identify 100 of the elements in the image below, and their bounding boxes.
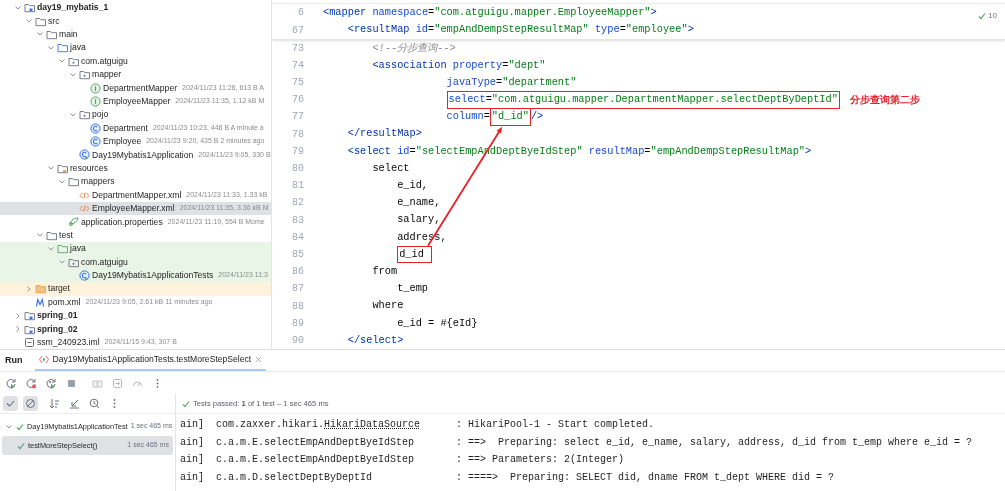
camera-icon [92, 377, 103, 389]
line-number: 67 [291, 23, 305, 38]
code-line: e_id, [396, 178, 429, 193]
tree-item[interactable]: spring_02 [0, 322, 271, 336]
item-label: mappers [81, 175, 115, 189]
chevron-right-icon[interactable] [25, 284, 33, 293]
module-file-icon [24, 336, 35, 348]
code-line: <!--分步查询--> [371, 40, 456, 56]
stop-icon [66, 377, 77, 389]
tree-item[interactable]: main [0, 27, 271, 42]
tree-item[interactable]: test [0, 228, 271, 243]
line-number: 84 [291, 230, 305, 245]
chevron-down-icon[interactable] [69, 70, 77, 79]
show-passed-icon [5, 398, 16, 409]
line-number: 76 [291, 93, 305, 108]
package-icon [68, 55, 79, 67]
chevron-down-icon[interactable] [14, 3, 22, 12]
chevron-right-icon[interactable] [14, 311, 22, 320]
test-folder-icon [57, 243, 68, 255]
chevron-down-icon[interactable] [58, 177, 66, 186]
console-thread: ain] [179, 453, 205, 468]
chevron-down-icon[interactable] [47, 43, 55, 52]
resources-folder-icon [57, 162, 68, 174]
interface-icon [90, 95, 101, 107]
class-icon [90, 136, 101, 148]
line-number: 75 [291, 76, 305, 91]
item-label: java [70, 242, 86, 256]
rerun-icon [6, 377, 17, 389]
tree-item[interactable]: com.atguigu [0, 255, 271, 269]
show-ignored-toggle[interactable] [23, 396, 38, 411]
console-message: : ==> Parameters: 2(Integer) [456, 453, 625, 468]
show-passed-toggle[interactable] [3, 396, 18, 411]
module-folder-icon [24, 323, 35, 335]
item-label: mapper [92, 68, 122, 82]
line-number: 6 [297, 6, 305, 21]
item-label: spring_02 [37, 322, 78, 336]
tree-item[interactable]: java [0, 41, 271, 55]
code-text: column [445, 109, 484, 125]
tree-item[interactable]: src [0, 14, 271, 28]
code-line: t_emp [396, 281, 429, 297]
tree-item[interactable]: pojo [0, 108, 271, 122]
console-thread: ain] [179, 418, 205, 433]
tree-item[interactable]: spring_01 [0, 309, 271, 323]
tree-item[interactable]: mappers [0, 175, 271, 189]
line-number: 79 [291, 144, 305, 159]
check-icon [978, 12, 987, 20]
chevron-down-icon[interactable] [47, 244, 55, 253]
collapse-icon [69, 398, 80, 409]
code-line: </select> [346, 332, 404, 348]
code-line: javaType="department" [445, 74, 577, 90]
tree-item[interactable]: resources [0, 161, 271, 176]
item-label: Employee [103, 135, 142, 149]
line-number: 78 [291, 127, 305, 142]
folder-icon [35, 15, 46, 27]
code-line: <mapper namespace="com.atguigu.mapper.EmployeeMapper"> [323, 5, 657, 21]
item-label: EmployeeMapper.xml [92, 202, 175, 215]
package-icon [79, 69, 90, 81]
folder-icon [46, 28, 57, 40]
check-icon [16, 422, 24, 431]
item-label: spring_01 [37, 309, 78, 323]
history-button[interactable] [87, 396, 102, 411]
check-icon [17, 441, 25, 450]
item-label: resources [70, 161, 108, 175]
interface-icon [90, 82, 101, 94]
chevron-right-icon[interactable] [14, 325, 22, 334]
tree-item[interactable]: com.atguigu [0, 54, 271, 68]
tree-item[interactable]: day19_mybatis_1 [0, 1, 271, 15]
tree-item[interactable]: mapper [0, 67, 271, 82]
runnable-class-icon [79, 149, 90, 161]
panel-title: Run [5, 353, 23, 367]
inspection-count[interactable]: 10 [988, 10, 997, 22]
item-label: java [70, 41, 86, 55]
source-folder-icon [57, 42, 68, 54]
module-folder-icon [24, 310, 35, 322]
code-line: where [371, 298, 404, 314]
item-label: application.properties [81, 215, 163, 229]
check-icon [182, 399, 190, 408]
line-number: 83 [291, 213, 305, 228]
rerun-tests-icon [46, 377, 57, 389]
test-run-icon [38, 355, 49, 364]
code-line: from [371, 263, 398, 279]
run-tab[interactable]: Day19Mybatis1ApplicationTests.testMoreStepSelect [34, 350, 267, 371]
chevron-down-icon[interactable] [69, 110, 77, 119]
chevron-down-icon [5, 422, 13, 431]
line-number: 73 [291, 41, 305, 56]
rerun-failed-icon [26, 377, 37, 389]
item-label: main [59, 28, 78, 41]
line-number: 89 [291, 316, 305, 331]
item-label: Department [103, 121, 148, 135]
highlight-box: select="com.atguigu.mapper.DepartmentMapper.selectDeptByDeptId" [446, 91, 840, 109]
line-number: 77 [291, 110, 305, 125]
package-icon [79, 109, 90, 121]
sort-button[interactable] [47, 396, 62, 411]
console-thread: ain] [179, 471, 205, 486]
code-line: </resultMap> [346, 126, 422, 142]
tree-item[interactable]: target [0, 282, 271, 296]
item-label: target [48, 282, 70, 296]
tree-item[interactable]: java [0, 242, 271, 256]
console-message: : HikariPool-1 - Start completed. [456, 418, 655, 433]
line-number: 74 [291, 58, 305, 73]
